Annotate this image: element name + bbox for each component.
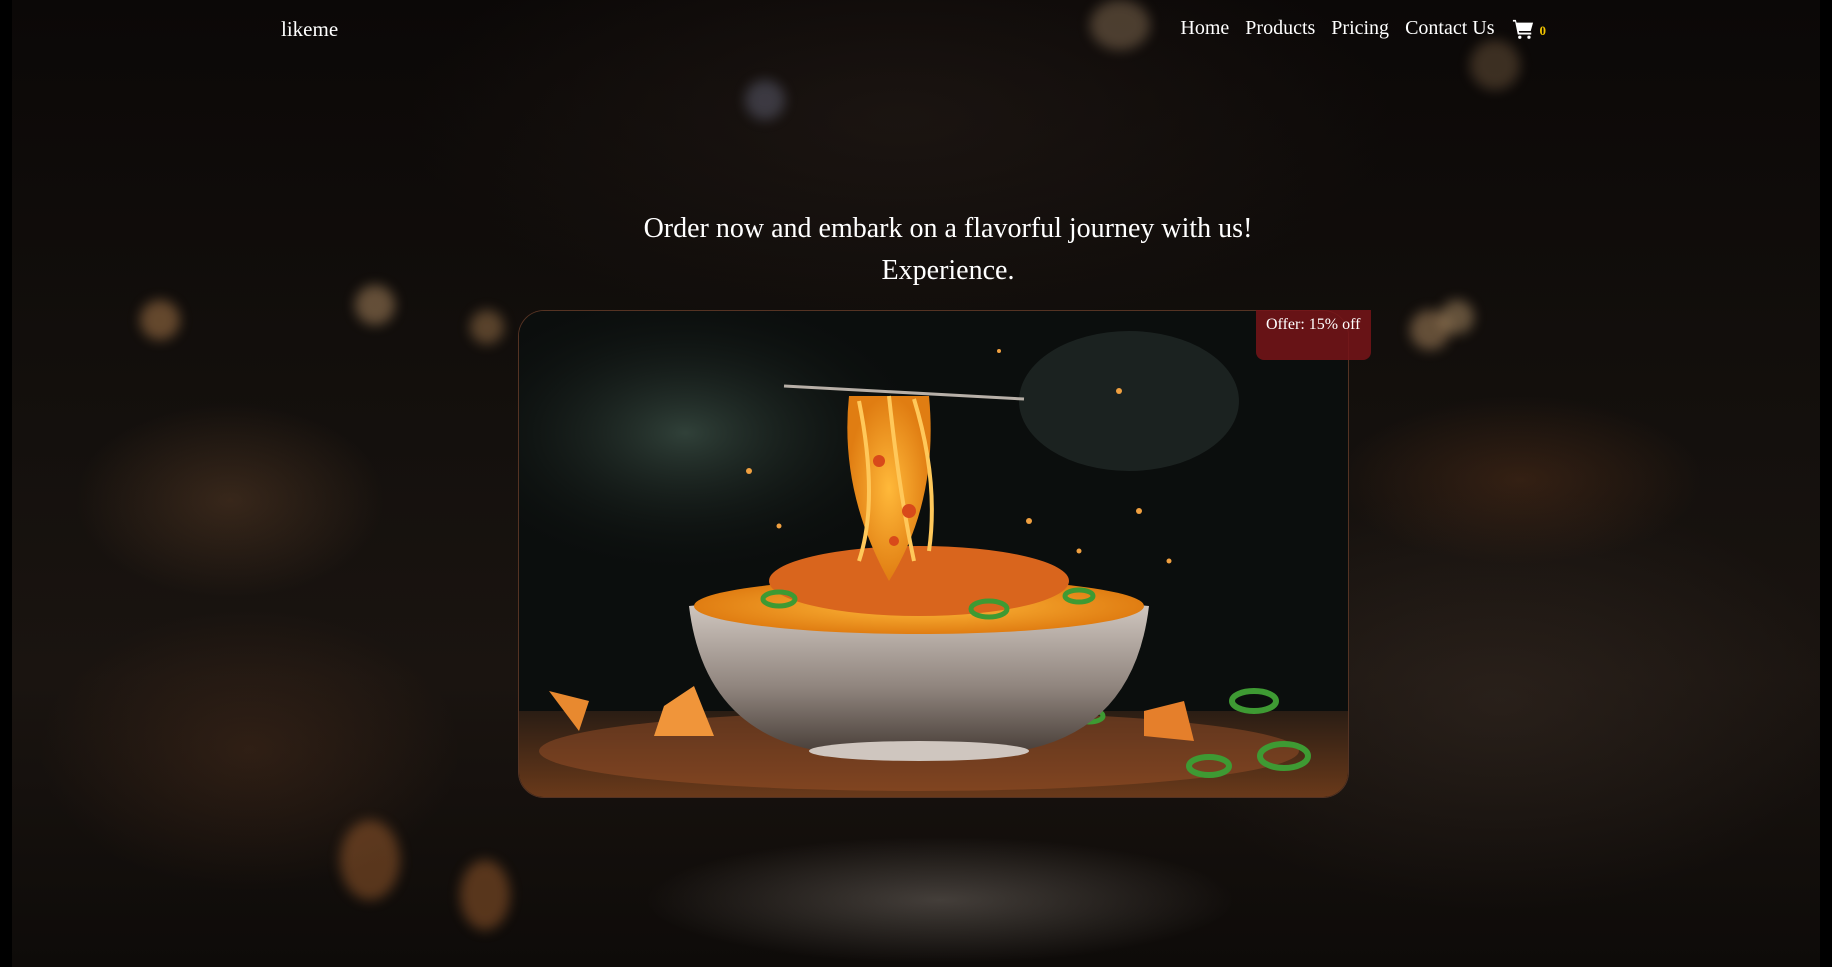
bokeh-light <box>140 300 180 340</box>
offer-badge: Offer: 15% off <box>1256 310 1371 360</box>
bokeh-light <box>460 860 510 930</box>
bokeh-light <box>1440 300 1474 334</box>
nav-menu: Home Products Pricing Contact Us 0 <box>1180 17 1546 40</box>
cart-count-badge: 0 <box>1539 23 1547 38</box>
left-edge <box>0 0 12 967</box>
nav-link-products[interactable]: Products <box>1245 17 1315 40</box>
nav-link-contact-us[interactable]: Contact Us <box>1405 17 1494 40</box>
bokeh-light <box>470 310 504 344</box>
nav-link-home[interactable]: Home <box>1180 17 1229 40</box>
shopping-cart-icon <box>1512 19 1533 39</box>
hero-subheadline: Experience. <box>881 255 1015 286</box>
bokeh-light <box>355 285 395 325</box>
bokeh-light <box>745 80 785 120</box>
noodle-bowl-image <box>518 310 1349 798</box>
hero-headline: Order now and embark on a flavorful jour… <box>643 213 1253 244</box>
cart-button[interactable]: 0 <box>1512 17 1547 40</box>
top-navbar: likeme Home Products Pricing Contact Us … <box>0 0 1832 58</box>
site-logo[interactable]: likeme <box>281 17 338 42</box>
right-edge <box>1820 0 1832 967</box>
bokeh-light <box>340 820 400 900</box>
nav-link-pricing[interactable]: Pricing <box>1331 17 1389 40</box>
